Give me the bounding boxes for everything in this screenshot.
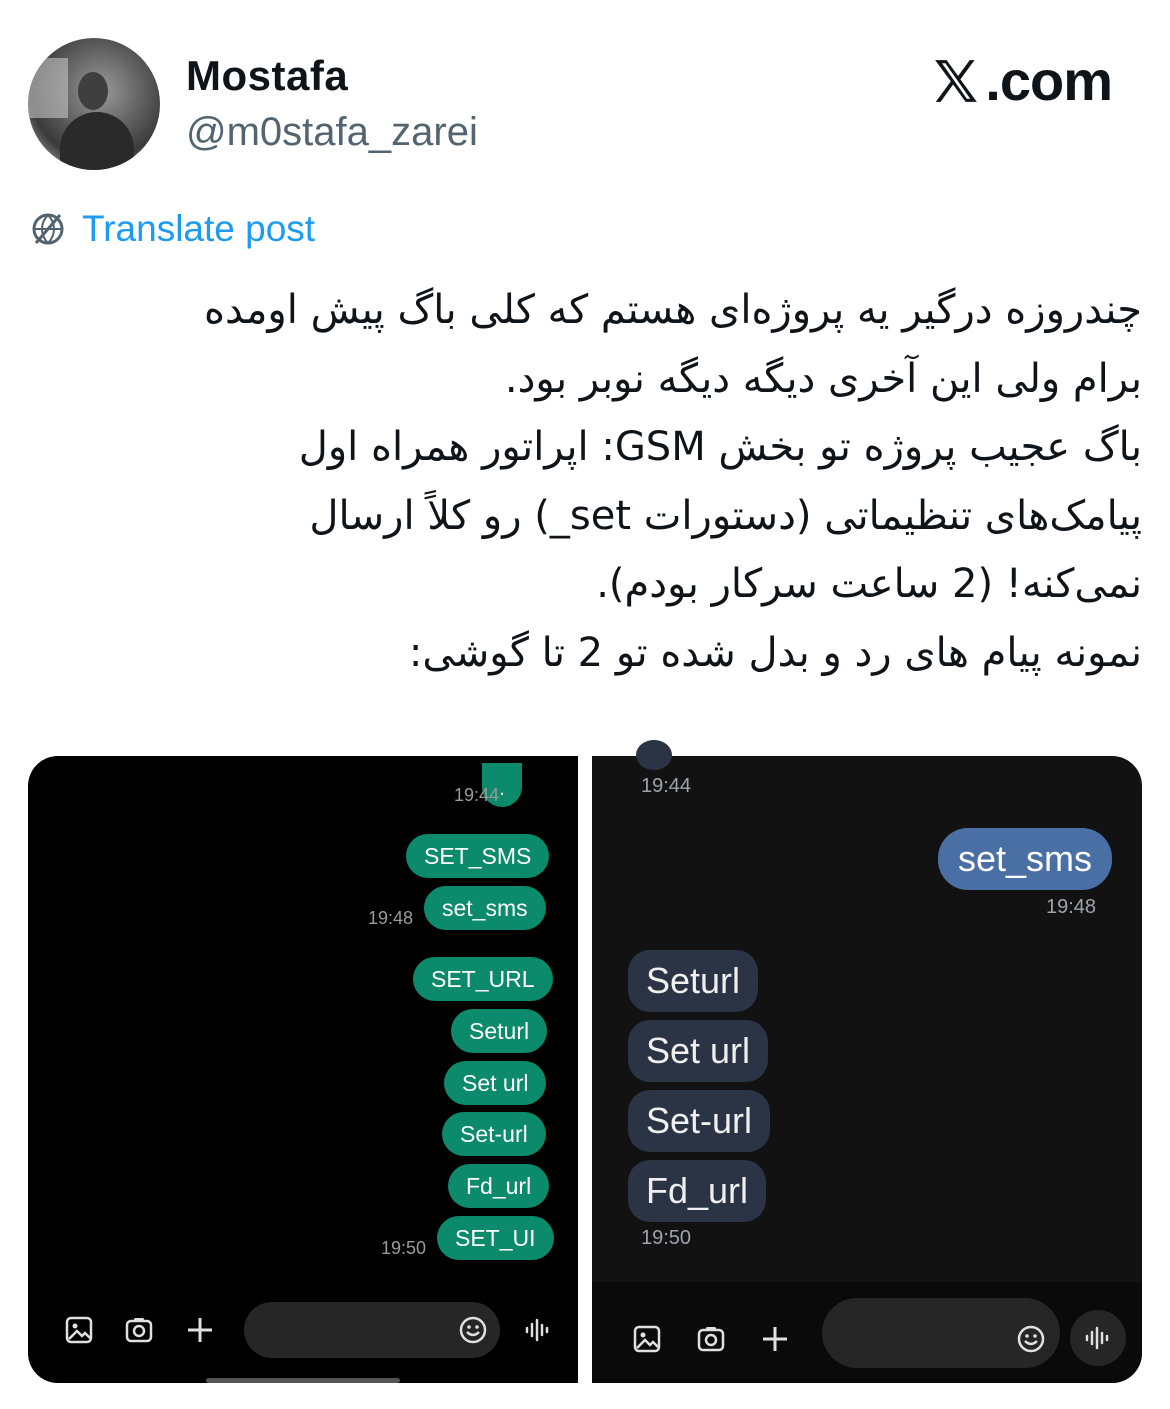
gallery-icon[interactable] <box>64 1315 94 1345</box>
plus-icon[interactable] <box>185 1315 215 1345</box>
emoji-icon[interactable] <box>458 1315 488 1345</box>
message-time: 19:48 <box>1046 896 1097 918</box>
right-received-bubble: Seturl <box>628 950 759 1012</box>
translate-label: Translate post <box>82 208 316 249</box>
camera-icon[interactable] <box>696 1324 726 1354</box>
plus-icon[interactable] <box>760 1324 790 1354</box>
translate-globe-icon <box>32 213 64 245</box>
left-message-bubble: Seturl <box>451 1009 548 1053</box>
screenshot-divider <box>578 756 592 1383</box>
translate-post-link[interactable]: Translate post <box>28 208 315 250</box>
message-time: 19:44 <box>454 785 500 805</box>
message-time: 19:48 <box>368 908 414 928</box>
voice-icon <box>1085 1326 1109 1350</box>
emoji-icon[interactable] <box>1016 1324 1046 1354</box>
tweet-text: چندروزه درگیر یه پروژه‌ای هستم که کلی با… <box>40 276 1142 687</box>
right-received-bubble: Set-url <box>628 1090 771 1152</box>
right-received-bubble: Set url <box>628 1020 769 1082</box>
home-indicator <box>206 1378 400 1383</box>
message-time: 19:50 <box>641 1227 692 1249</box>
site-domain: .com <box>985 49 1113 112</box>
right-sent-bubble: set_sms <box>937 828 1112 890</box>
tweet-line: چندروزه درگیر یه پروژه‌ای هستم که کلی با… <box>204 287 1142 333</box>
author-name[interactable]: Mostafa <box>186 52 348 100</box>
left-message-bubble: set_sms <box>424 886 546 930</box>
left-message-bubble: Set url <box>444 1061 547 1105</box>
right-received-bubble <box>636 740 672 770</box>
message-time: 19:44 <box>641 775 692 797</box>
tweet-line: باگ عجیب پروژه تو بخش GSM: اپراتور همراه… <box>298 424 1142 470</box>
site-brand: .com <box>931 48 1113 113</box>
left-message-bubble: SET_UI <box>437 1216 554 1260</box>
tweet-line: نمی‌کنه! (2 ساعت سرکار بودم). <box>596 561 1142 607</box>
left-message-bubble: SET_URL <box>413 957 553 1001</box>
camera-icon[interactable] <box>124 1315 154 1345</box>
author-handle[interactable]: @m0stafa_zarei <box>186 110 478 155</box>
x-logo-icon <box>935 59 978 102</box>
gallery-icon[interactable] <box>632 1324 662 1354</box>
tweet-line: پیامک‌های تنظیماتی (دستورات set_) رو کلا… <box>309 492 1142 539</box>
tweet-line: برام ولی این آخری دیگه دیگه نوبر بود. <box>504 355 1142 402</box>
message-time: 19:50 <box>381 1238 427 1258</box>
avatar[interactable] <box>28 38 160 170</box>
left-message-bubble: Set-url <box>442 1112 546 1156</box>
right-received-bubble: Fd_url <box>628 1160 767 1222</box>
left-message-bubble: Fd_url <box>448 1164 550 1208</box>
tweet-line: نمونه پیام های رد و بدل شده تو 2 تا گوشی… <box>408 629 1142 676</box>
voice-icon[interactable] <box>523 1315 553 1345</box>
left-message-bubble: SET_SMS <box>406 834 550 878</box>
